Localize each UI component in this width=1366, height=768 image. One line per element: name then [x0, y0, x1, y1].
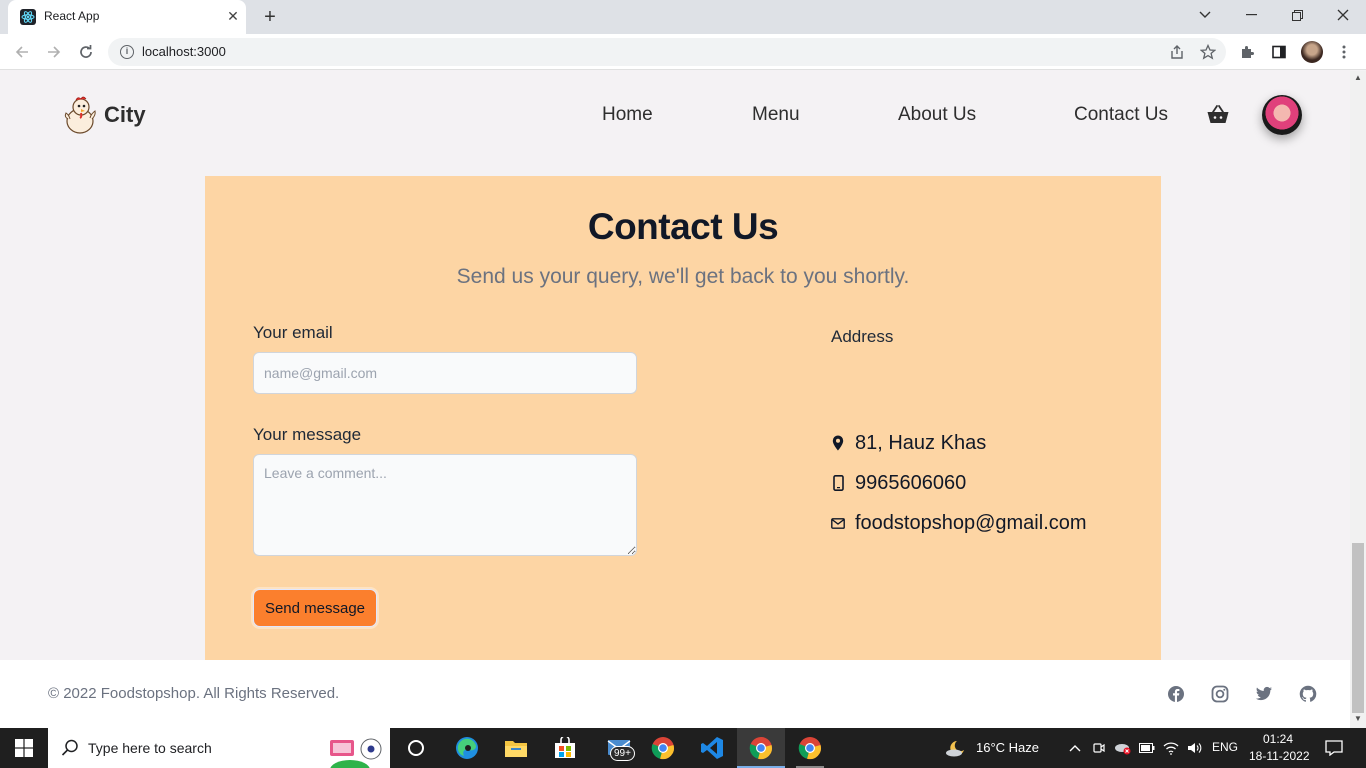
meet-now-icon[interactable]	[1090, 739, 1108, 757]
cortana-icon[interactable]	[402, 734, 430, 762]
clock-date[interactable]: 18-11-2022	[1249, 749, 1310, 763]
chrome-second-window-icon[interactable]	[796, 734, 824, 762]
tab-search-icon[interactable]	[1182, 0, 1228, 30]
site-info-icon[interactable]: i	[120, 45, 134, 59]
weather-text[interactable]: 16°C Haze	[976, 740, 1039, 755]
reload-icon[interactable]	[74, 40, 98, 64]
scrollbar-thumb[interactable]	[1352, 543, 1364, 713]
scroll-down-arrow-icon[interactable]: ▼	[1350, 714, 1366, 726]
notifications-icon[interactable]	[1324, 739, 1344, 757]
twitter-icon[interactable]	[1254, 684, 1274, 704]
envelope-icon	[831, 514, 845, 532]
windows-start-icon[interactable]	[0, 728, 48, 768]
search-icon	[60, 738, 80, 758]
chrome-icon[interactable]	[649, 734, 677, 762]
logo-text[interactable]: City	[104, 102, 146, 128]
back-icon[interactable]	[10, 40, 34, 64]
share-icon[interactable]	[1166, 41, 1188, 63]
mail-badge: 99+	[610, 746, 635, 761]
contact-email-text: foodstopshop@gmail.com	[855, 511, 1087, 534]
restore-icon[interactable]	[1274, 0, 1320, 30]
mobile-phone-icon	[831, 474, 845, 492]
contact-title: Contact Us	[587, 206, 779, 247]
chrome-active-icon[interactable]	[747, 734, 775, 762]
clock-time[interactable]: 01:24	[1263, 732, 1293, 746]
react-favicon-icon	[20, 9, 36, 25]
extensions-icon[interactable]	[1236, 41, 1258, 63]
email-field[interactable]	[253, 352, 637, 394]
battery-icon[interactable]	[1138, 739, 1156, 757]
browser-tab-bar: React App ✕ +	[0, 0, 1366, 34]
address-heading: Address	[831, 327, 894, 346]
scroll-up-arrow-icon[interactable]: ▲	[1350, 73, 1366, 85]
address-text: 81, Hauz Khas	[855, 431, 987, 454]
onedrive-error-icon[interactable]	[1114, 739, 1132, 757]
nav-link-menu[interactable]: Menu	[752, 104, 800, 126]
wifi-icon[interactable]	[1162, 739, 1180, 757]
nav-link-about-us[interactable]: About Us	[898, 104, 976, 126]
send-message-button[interactable]: Send message	[253, 589, 377, 627]
tab-title: React App	[44, 9, 100, 23]
github-icon[interactable]	[1298, 684, 1318, 704]
close-window-icon[interactable]	[1320, 0, 1366, 30]
taskbar-search-box[interactable]: Type here to search	[48, 728, 390, 768]
forward-icon[interactable]	[42, 40, 66, 64]
minimize-icon[interactable]	[1228, 0, 1274, 30]
volume-icon[interactable]	[1186, 739, 1204, 757]
nav-link-home[interactable]: Home	[602, 104, 653, 126]
site-footer: © 2022 Foodstopshop. All Rights Reserved…	[0, 660, 1350, 728]
address-bar[interactable]: i localhost:3000	[108, 38, 1226, 66]
show-hidden-icons-chevron-icon[interactable]	[1066, 739, 1084, 757]
page-scrollbar[interactable]: ▲ ▼	[1350, 71, 1366, 728]
edge-browser-icon[interactable]	[453, 734, 481, 762]
taskbar-search-placeholder: Type here to search	[88, 740, 212, 756]
contact-subtitle: Send us your query, we'll get back to yo…	[456, 265, 910, 288]
vscode-icon[interactable]	[698, 734, 726, 762]
shopping-basket-icon[interactable]	[1206, 103, 1230, 125]
new-tab-icon[interactable]: +	[258, 6, 282, 28]
bookmark-star-icon[interactable]	[1197, 41, 1219, 63]
language-indicator[interactable]: ENG	[1212, 740, 1238, 754]
facebook-icon[interactable]	[1166, 684, 1186, 704]
message-label: Your message	[253, 425, 362, 444]
url-text: localhost:3000	[142, 44, 226, 59]
contact-section: Contact Us Send us your query, we'll get…	[205, 176, 1161, 660]
email-label: Your email	[253, 323, 333, 342]
page-viewport: City Home Menu About Us Contact Us Conta…	[0, 71, 1350, 728]
tab-close-icon[interactable]: ✕	[225, 8, 241, 24]
address-row: 81, Hauz Khas	[831, 430, 986, 456]
user-avatar[interactable]	[1262, 95, 1302, 135]
browser-tab[interactable]: React App ✕	[8, 0, 246, 34]
browser-menu-icon[interactable]	[1333, 41, 1355, 63]
weather-moon-icon[interactable]	[944, 739, 968, 757]
mail-icon[interactable]: 99+	[600, 734, 640, 762]
browser-toolbar: i localhost:3000	[0, 34, 1366, 70]
site-header: City Home Menu About Us Contact Us	[0, 71, 1350, 159]
email-row: foodstopshop@gmail.com	[831, 510, 1087, 536]
copyright-text: © 2022 Foodstopshop. All Rights Reserved…	[48, 685, 340, 702]
windows-taskbar: Type here to search 99+ 16°C Haze ENG 01…	[0, 728, 1366, 768]
message-field[interactable]	[253, 454, 637, 556]
microsoft-store-icon[interactable]	[551, 734, 579, 762]
instagram-icon[interactable]	[1210, 684, 1230, 704]
phone-row: 9965606060	[831, 470, 966, 496]
chicken-logo-icon[interactable]	[62, 95, 98, 135]
search-highlight-image-icon	[312, 734, 384, 768]
browser-profile-avatar[interactable]	[1301, 41, 1323, 63]
nav-link-contact-us[interactable]: Contact Us	[1074, 104, 1168, 126]
file-explorer-icon[interactable]	[502, 734, 530, 762]
map-pin-icon	[831, 434, 845, 452]
phone-text: 9965606060	[855, 471, 967, 494]
side-panel-icon[interactable]	[1268, 41, 1290, 63]
